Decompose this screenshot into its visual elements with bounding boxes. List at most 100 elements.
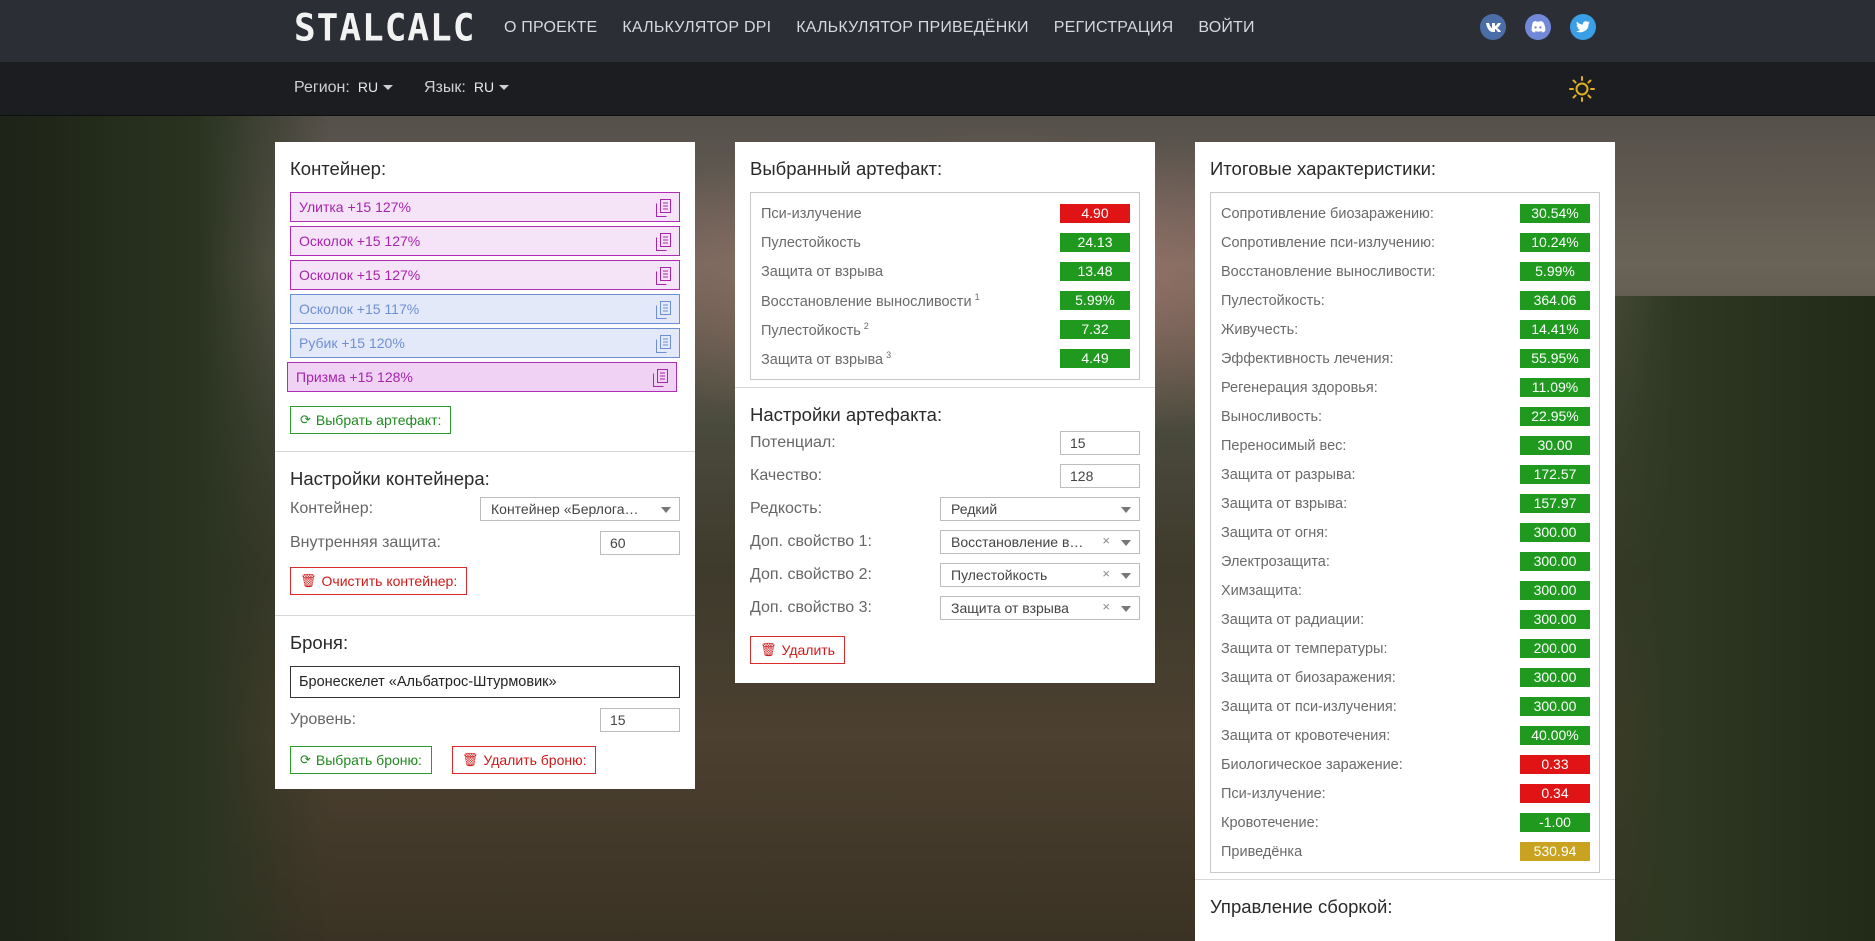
discord-icon[interactable] (1525, 14, 1551, 40)
chevron-down-icon (383, 85, 394, 91)
stat-label-text: Пулестойкость (761, 234, 861, 251)
stat-label-text: Восстановление выносливости (761, 293, 972, 310)
copy-icon[interactable] (656, 301, 671, 319)
chevron-down-icon (1121, 539, 1131, 546)
armor-level-input[interactable]: 15 (600, 708, 680, 732)
internal-protection-input[interactable]: 60 (600, 531, 680, 555)
stat-value: 4.49 (1060, 349, 1130, 368)
stat-label: Эффективность лечения: (1221, 351, 1394, 367)
stat-row: Электрозащита: 300.00 (1221, 547, 1590, 576)
stat-label-text: Пулестойкость: (1221, 292, 1325, 309)
sun-icon[interactable] (1569, 76, 1595, 102)
clear-icon[interactable]: × (1102, 566, 1110, 581)
container-title: Контейнер: (290, 158, 387, 179)
vk-icon[interactable] (1480, 14, 1506, 40)
artifact-slot[interactable]: Призма +15 128% (287, 362, 677, 392)
choose-armor-button[interactable]: ⟳ Выбрать броню: (290, 746, 432, 774)
stat-value: 530.94 (1520, 842, 1590, 861)
chevron-down-icon (1121, 605, 1131, 612)
selected-artifact-title: Выбранный артефакт: (750, 158, 943, 179)
clear-icon[interactable]: × (1102, 599, 1110, 614)
social-links (1480, 14, 1596, 40)
prop2-row: Доп. свойство 2: Пулестойкость × (750, 558, 1140, 591)
twitter-icon[interactable] (1570, 14, 1596, 40)
rarity-row: Редкость: Редкий (750, 492, 1140, 525)
stat-footnote: 1 (974, 291, 980, 302)
copy-icon[interactable] (656, 267, 671, 285)
delete-artifact-button[interactable]: 🗑 Удалить (750, 636, 845, 664)
remove-armor-button[interactable]: 🗑 Удалить броню: (451, 746, 597, 774)
artifact-slot[interactable]: Осколок +15 127% (290, 260, 680, 290)
stat-label: Восстановление выносливости: (1221, 264, 1436, 280)
copy-icon[interactable] (656, 335, 671, 353)
artifact-slot-label: Призма +15 128% (296, 369, 413, 385)
stat-label-text: Защита от огня: (1221, 524, 1329, 541)
region-selector[interactable]: Регион: RU (294, 79, 394, 97)
prop3-row: Доп. свойство 3: Защита от взрыва × (750, 591, 1140, 624)
stat-label-text: Электрозащита: (1221, 553, 1330, 570)
prop2-select[interactable]: Пулестойкость × (940, 562, 1140, 587)
stat-value: 11.09% (1520, 378, 1590, 397)
artifact-slot[interactable]: Осколок +15 127% (290, 226, 680, 256)
stat-value: 300.00 (1520, 552, 1590, 571)
nav-dpi-calculator[interactable]: КАЛЬКУЛЯТОР DPI (622, 19, 771, 37)
rarity-select[interactable]: Редкий (940, 496, 1140, 521)
stat-row: Пулестойкость 2 7.32 (761, 315, 1130, 344)
stat-value: 7.32 (1060, 320, 1130, 339)
prop1-value: Восстановление в… (951, 533, 1084, 550)
stat-row: Сопротивление пси-излучению: 10.24% (1221, 228, 1590, 257)
prop1-row: Доп. свойство 1: Восстановление в… × (750, 525, 1140, 558)
stat-label-text: Защита от взрыва: (1221, 495, 1348, 512)
left-panel: Контейнер: Улитка +15 127% Осколок +15 12… (275, 142, 695, 789)
prop3-select[interactable]: Защита от взрыва × (940, 595, 1140, 620)
stat-label-text: Защита от температуры: (1221, 640, 1388, 657)
choose-artifact-button[interactable]: ⟳ Выбрать артефакт: (290, 406, 452, 434)
selected-artifact-section: Выбранный артефакт: Пси-излучение 4.90 Пул… (735, 142, 1155, 388)
stat-label: Защита от взрыва: (1221, 496, 1347, 512)
selected-artifact-stats: Пси-излучение 4.90 Пулестойкость 24.13 Защит… (750, 192, 1140, 380)
stat-value: 40.00% (1520, 726, 1590, 745)
stat-row: Пси-излучение: 0.34 (1221, 779, 1590, 808)
stat-label-text: Химзащита: (1221, 582, 1302, 599)
stat-row: Сопротивление биозаражению: 30.54% (1221, 199, 1590, 228)
totals-section: Итоговые характеристики: Сопротивление б… (1195, 142, 1615, 880)
clear-icon[interactable]: × (1102, 533, 1110, 548)
artifact-slot[interactable]: Улитка +15 127% (290, 192, 680, 222)
artifact-slot[interactable]: Осколок +15 117% (290, 294, 680, 324)
stat-label: Защита от радиации: (1221, 612, 1364, 628)
stat-label: Защита от температуры: (1221, 641, 1387, 657)
build-title: Управление сборкой: (1210, 896, 1393, 917)
copy-icon[interactable] (656, 233, 671, 251)
stat-label-text: Защита от пси-излучения: (1221, 698, 1397, 715)
container-type-select[interactable]: Контейнер «Берлога… (480, 497, 680, 521)
chevron-down-icon (661, 507, 671, 513)
nav-register[interactable]: РЕГИСТРАЦИЯ (1054, 19, 1174, 37)
site-logo[interactable]: STALCALC (294, 7, 475, 50)
artifact-settings-section: Настройки артефакта: Потенциал: 15 Качес… (735, 388, 1155, 678)
stat-value: 22.95% (1520, 407, 1590, 426)
clear-container-button[interactable]: 🗑 Очистить контейнер: (290, 567, 468, 595)
chevron-down-icon (1121, 506, 1131, 513)
trash-icon: 🗑 (760, 642, 777, 657)
quality-input[interactable]: 128 (1060, 463, 1140, 488)
artifact-slot[interactable]: Рубик +15 120% (290, 328, 680, 358)
copy-icon[interactable] (653, 369, 668, 387)
stat-label-text: Регенерация здоровья: (1221, 379, 1378, 396)
nav-about[interactable]: О ПРОЕКТЕ (504, 19, 597, 37)
region-value: RU (357, 79, 379, 95)
internal-protection-row: Внутренняя защита: 60 (290, 526, 680, 560)
prop1-select[interactable]: Восстановление в… × (940, 529, 1140, 554)
remove-armor-label: Удалить броню: (483, 752, 587, 768)
stat-row: Пси-излучение 4.90 (761, 199, 1130, 228)
nav-reduced-calculator[interactable]: КАЛЬКУЛЯТОР ПРИВЕДЁНКИ (796, 19, 1028, 37)
stat-label: Электрозащита: (1221, 554, 1330, 570)
copy-icon[interactable] (656, 199, 671, 217)
armor-name-field[interactable]: Бронескелет «Альбатрос-Штурмовик» (290, 666, 680, 698)
stat-label-text: Пси-излучение (761, 205, 862, 222)
totals-stats: Сопротивление биозаражению: 30.54% Сопроти… (1210, 192, 1600, 873)
stat-row: Переносимый вес: 30.00 (1221, 431, 1590, 460)
potential-input[interactable]: 15 (1060, 430, 1140, 455)
nav-login[interactable]: ВОЙТИ (1198, 19, 1254, 37)
artifact-slot-label: Улитка +15 127% (299, 199, 411, 215)
language-selector[interactable]: Язык: RU (424, 79, 510, 97)
